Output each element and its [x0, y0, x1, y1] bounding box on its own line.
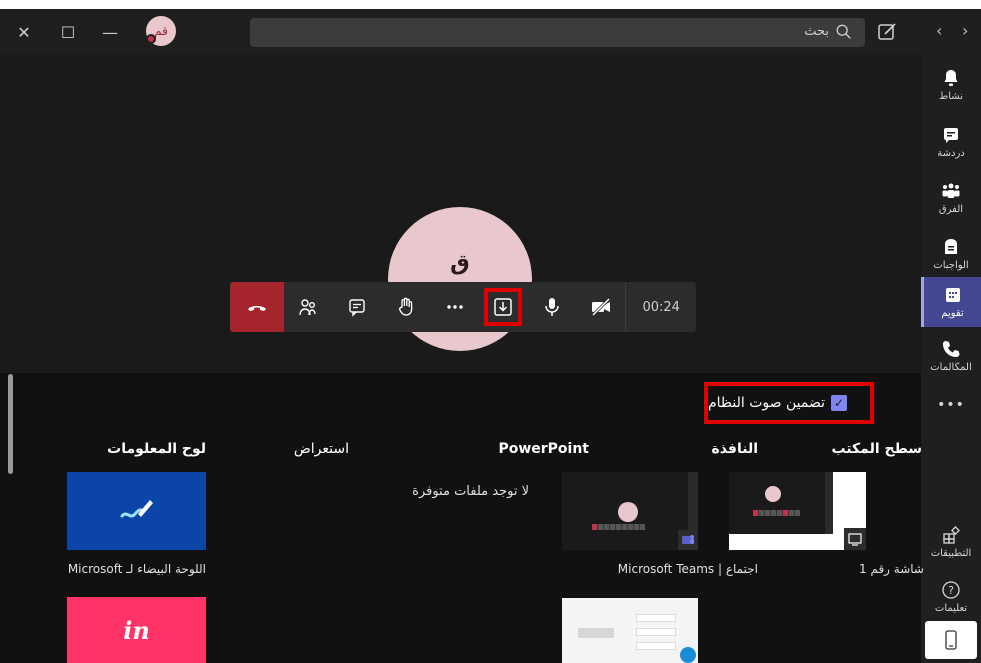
present-screen-badge	[844, 528, 866, 550]
share-highlight	[484, 288, 523, 326]
hang-up-button[interactable]	[230, 282, 284, 332]
microphone-icon	[545, 298, 559, 316]
browse-link[interactable]: استعراض	[294, 441, 349, 457]
preview-avatar	[765, 486, 781, 502]
back-arrow-icon[interactable]: ‹	[936, 21, 942, 40]
invision-logo: in	[123, 615, 150, 645]
compose-icon[interactable]	[872, 17, 902, 47]
maximize-window-button[interactable]: ☐	[48, 9, 88, 55]
teams-logo-icon	[682, 535, 694, 544]
minimize-window-button[interactable]: —	[90, 9, 130, 55]
device-button[interactable]	[925, 621, 977, 659]
present-screen-icon	[848, 533, 862, 546]
no-files-message: لا توجد ملفات متوفرة	[412, 484, 529, 499]
more-icon: •••	[937, 397, 965, 413]
desktop-preview-window	[729, 472, 833, 534]
search-icon	[836, 24, 851, 39]
rail-item-chat[interactable]: دردشة	[921, 117, 981, 167]
edge-logo-icon	[680, 647, 696, 663]
system-audio-checkbox[interactable]: ✓	[831, 395, 848, 411]
close-icon: ✕	[17, 22, 31, 42]
checkmark-icon: ✓	[833, 396, 845, 410]
raise-hand-button[interactable]	[381, 282, 430, 332]
system-audio-label: تضمين صوت النظام	[708, 395, 826, 411]
include-system-audio-option[interactable]: ✓ تضمين صوت النظام	[704, 382, 874, 424]
desktop-screen-1-thumbnail[interactable]	[729, 472, 866, 550]
desktop-caption: شاشة رقم 1	[859, 562, 924, 576]
column-title-powerpoint: PowerPoint	[498, 441, 589, 457]
chat-button[interactable]	[333, 282, 382, 332]
column-title-window: النافذة	[711, 441, 758, 457]
search-box[interactable]: بحث	[250, 18, 865, 47]
svg-text:?: ?	[948, 584, 954, 597]
share-tray-icon	[494, 298, 513, 316]
minimize-icon: —	[102, 22, 118, 42]
whiteboard-caption: اللوحة البيضاء لـ Microsoft	[67, 562, 206, 576]
meeting-chat-icon	[349, 299, 365, 317]
window-teams-meeting-thumbnail[interactable]	[562, 472, 698, 550]
more-horizontal-icon	[446, 305, 463, 309]
browser-preview-card	[636, 628, 676, 636]
camera-off-icon	[591, 297, 610, 317]
share-content-button[interactable]	[479, 282, 528, 332]
microphone-button[interactable]	[528, 282, 577, 332]
whiteboard-logo-icon	[120, 500, 153, 518]
browser-preview-text	[578, 628, 614, 638]
rail-item-assignments[interactable]: الواجبات	[921, 229, 981, 279]
rail-item-calendar[interactable]: تقويم	[921, 277, 981, 327]
teams-icon	[942, 183, 960, 198]
calendar-icon	[945, 288, 960, 302]
preview-avatar	[618, 502, 638, 522]
rail-item-calls[interactable]: المكالمات	[921, 331, 981, 381]
camera-button[interactable]	[577, 282, 626, 332]
forward-arrow-icon[interactable]: ›	[962, 21, 968, 40]
teams-app-badge	[678, 530, 698, 550]
mobile-device-icon	[945, 630, 957, 650]
column-title-whiteboard: لوح المعلومات	[107, 441, 206, 457]
hang-up-icon	[247, 306, 266, 311]
rail-item-more[interactable]: •••	[921, 380, 981, 430]
assignments-icon	[945, 239, 957, 254]
scrollbar-thumb[interactable]	[8, 374, 13, 474]
desktop-preview-rail	[825, 472, 833, 534]
call-timer: 00:24	[642, 299, 680, 315]
close-window-button[interactable]: ✕	[4, 9, 44, 55]
status-dot-icon	[146, 34, 156, 44]
chat-icon	[944, 128, 958, 143]
call-toolbar: 00:24	[230, 282, 696, 332]
whiteboard-tile[interactable]	[67, 472, 206, 550]
user-avatar[interactable]: قم	[146, 16, 176, 46]
app-rail: نشاط دردشة الفرق الواجبات تقويم المكالما…	[921, 55, 981, 663]
window-caption: اجتماع | Microsoft Teams	[617, 562, 758, 576]
browser-preview-card	[636, 614, 676, 622]
maximize-icon: ☐	[60, 22, 76, 42]
search-placeholder: بحث	[804, 24, 829, 39]
rail-item-teams[interactable]: الفرق	[921, 173, 981, 223]
rail-item-help[interactable]: ? تعليمات	[921, 572, 981, 622]
bell-icon	[944, 70, 958, 86]
raise-hand-icon	[398, 297, 412, 316]
rail-item-apps[interactable]: التطبيقات	[921, 517, 981, 567]
invision-tile[interactable]: in	[67, 597, 206, 663]
participants-icon	[299, 299, 316, 316]
participants-button[interactable]	[284, 282, 333, 332]
more-actions-button[interactable]	[430, 282, 479, 332]
preview-toolbar	[753, 510, 800, 516]
phone-icon	[943, 341, 960, 357]
rail-item-activity[interactable]: نشاط	[921, 60, 981, 110]
window-browser-thumbnail[interactable]	[562, 598, 698, 663]
browser-preview-card	[636, 642, 676, 650]
preview-toolbar	[592, 524, 645, 530]
title-bar: ✕ ☐ — قم بحث ‹ ›	[0, 9, 981, 55]
help-icon: ?	[942, 581, 960, 599]
apps-icon	[943, 526, 960, 544]
column-title-desktop: سطح المكتب	[831, 441, 923, 457]
